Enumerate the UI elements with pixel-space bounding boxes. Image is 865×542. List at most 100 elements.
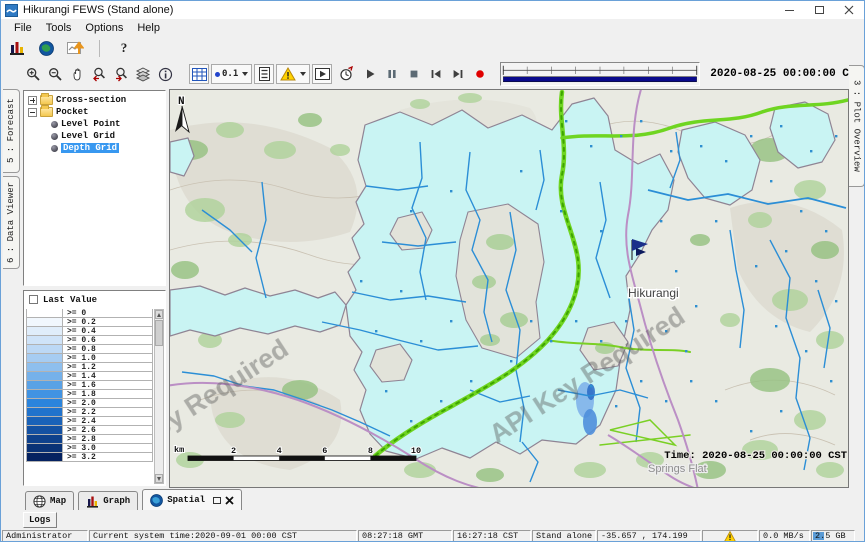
zoom-next-icon [114,67,129,82]
menu-file[interactable]: File [7,21,39,35]
legend-row[interactable]: >= 3.2 [26,452,153,462]
layers-button[interactable] [133,64,153,84]
tab-data-viewer[interactable]: 6 : Data Viewer [3,176,20,269]
tab-spatial[interactable]: Spatial [142,489,242,510]
tree-item-level-grid[interactable]: Level Grid [24,130,165,142]
zoom-out-icon [48,67,63,82]
legend-row[interactable]: >= 2.6 [26,425,153,435]
expand-icon[interactable] [28,96,37,105]
bullet-icon [51,121,58,128]
legend-row[interactable]: >= 1.0 [26,353,153,363]
zoom-previous-button[interactable] [89,64,109,84]
grid-display-button[interactable] [189,64,209,84]
menu-tools[interactable]: Tools [39,21,79,35]
legend-color-swatch [27,327,63,335]
legend-value-label: >= 0.4 [63,327,152,335]
scale-tick: 2 [231,446,236,456]
legend-color-swatch [27,426,63,434]
tree-label: Cross-section [56,95,126,105]
tree-item-depth-grid[interactable]: Depth Grid [24,142,165,154]
legend-row[interactable]: >= 2.2 [26,407,153,417]
layer-tree: Cross-section Pocket Level Point Level G… [23,90,166,286]
first-frame-button[interactable] [426,64,446,84]
tab-graph[interactable]: Graph [78,491,138,510]
logs-row: Logs [1,510,864,529]
legend-scrollbar[interactable] [154,309,164,484]
legend-header: Last Value [24,291,165,308]
status-system-time: Current system time:2020-09-01 00:00 CST [89,530,357,542]
spatial-display-button[interactable] [65,38,85,58]
legend-row[interactable]: >= 0.6 [26,335,153,345]
contour-value-button[interactable]: 0.1 [211,64,252,84]
scroll-thumb[interactable] [155,320,163,346]
legend-value-label: >= 3.0 [63,444,152,452]
chevron-down-icon [242,72,248,76]
legend-row[interactable]: >= 2.4 [26,416,153,426]
zoom-in-button[interactable] [23,64,43,84]
scroll-down-icon[interactable] [155,474,163,483]
legend-row[interactable]: >= 0.2 [26,317,153,327]
legend-color-swatch [27,435,63,443]
collapse-icon[interactable] [28,108,37,117]
legend-row[interactable]: >= 3.0 [26,443,153,453]
menu-options[interactable]: Options [78,21,130,35]
record-button[interactable] [470,64,490,84]
zoom-out-button[interactable] [45,64,65,84]
legend-row[interactable]: >= 0.8 [26,344,153,354]
tab-plot-overview[interactable]: 3 : Plot Overview [849,65,865,187]
left-tab-strip: 5 : Forecast 6 : Data Viewer [1,89,21,488]
legend-color-swatch [27,399,63,407]
pause-button[interactable] [382,64,402,84]
legend-row[interactable]: >= 1.6 [26,380,153,390]
close-button[interactable] [834,1,864,19]
status-network: 0.0 MB/s [759,530,810,542]
status-mode: Stand alone [532,530,596,542]
legend-row[interactable]: >= 1.4 [26,371,153,381]
legend-row[interactable]: >= 1.2 [26,362,153,372]
tree-item-pocket[interactable]: Pocket [24,106,165,118]
menu-help[interactable]: Help [130,21,167,35]
time-settings-button[interactable] [336,64,356,84]
legend-color-swatch [27,336,63,344]
contour-value: 0.1 [222,69,238,79]
animation-button[interactable] [312,64,332,84]
status-warning-cell[interactable] [702,530,758,542]
legend-list-icon [259,67,270,81]
folder-icon [40,107,53,117]
memory-label: 2.5 GB [815,531,846,541]
database-button[interactable] [7,38,27,58]
legend-row[interactable]: >= 2.8 [26,434,153,444]
stop-button[interactable] [404,64,424,84]
globe-button[interactable] [36,38,56,58]
minimize-button[interactable] [774,1,804,19]
legend-value-label: >= 2.2 [63,408,152,416]
tab-forecast[interactable]: 5 : Forecast [3,89,20,173]
legend-row[interactable]: >= 1.8 [26,389,153,399]
logs-button[interactable]: Logs [23,512,57,528]
tree-item-level-point[interactable]: Level Point [24,118,165,130]
maximize-button[interactable] [804,1,834,19]
bottom-tab-bar: Map Graph Spatial [1,488,864,510]
pan-button[interactable] [67,64,87,84]
legend-color-swatch [27,345,63,353]
record-icon [473,67,487,81]
legend-row[interactable]: >= 2.0 [26,398,153,408]
time-slider[interactable] [500,62,700,86]
last-value-checkbox[interactable] [29,295,38,304]
legend-toggle-button[interactable] [254,64,274,84]
scroll-up-icon[interactable] [155,310,163,319]
help-button[interactable]: ? [114,38,134,58]
detach-tab-icon[interactable] [213,497,221,504]
map-canvas[interactable]: API Key Required API Key Required Hikura… [169,89,849,488]
zoom-next-button[interactable] [111,64,131,84]
tab-map[interactable]: Map [25,491,74,510]
legend-row[interactable]: >= 0.4 [26,326,153,336]
thresholds-button[interactable] [276,64,310,84]
play-button[interactable] [360,64,380,84]
bullet-icon [51,145,58,152]
map-svg: API Key Required API Key Required Hikura… [170,90,849,488]
close-tab-icon[interactable] [225,496,234,505]
info-button[interactable] [155,64,175,84]
last-frame-button[interactable] [448,64,468,84]
legend-color-swatch [27,318,63,326]
